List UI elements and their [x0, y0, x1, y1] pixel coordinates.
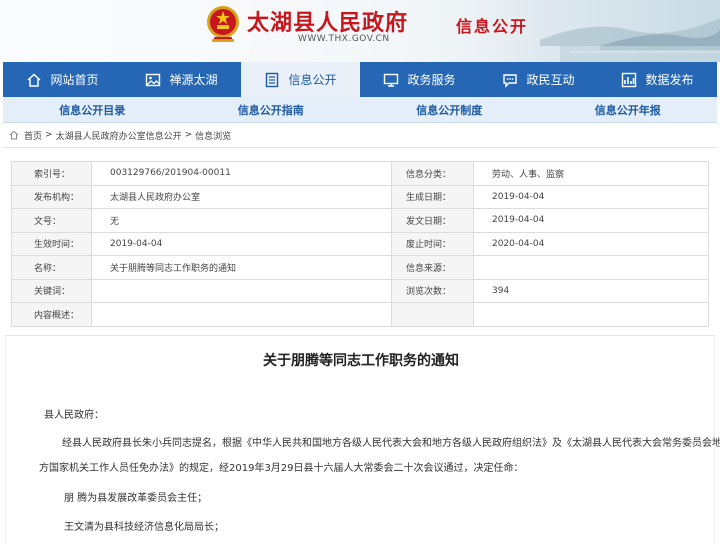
- nav-item-interaction[interactable]: 政民互动: [479, 62, 598, 97]
- issued-date-label: 发文日期：: [391, 208, 474, 233]
- info-public-subnav: 信息公开目录 信息公开指南 信息公开制度 信息公开年报: [3, 97, 717, 123]
- table-row: 生效时间： 2019-04-04 废止时间： 2020-04-04: [11, 231, 709, 256]
- index-no-label: 索引号：: [11, 161, 92, 186]
- keywords-value: [91, 278, 392, 303]
- table-row: 关键词： 浏览次数： 394: [11, 278, 709, 303]
- breadcrumb-current: 信息浏览: [195, 131, 232, 142]
- breadcrumb-office-link[interactable]: 太湖县人民政府办公室信息公开: [56, 129, 182, 142]
- publisher-label: 发布机构：: [11, 184, 92, 209]
- nav-item-chanyuan[interactable]: 禅源太湖: [122, 62, 241, 97]
- home-icon: [9, 130, 19, 140]
- effective-date-value: 2019-04-04: [91, 231, 392, 256]
- nav-label: 禅源太湖: [169, 73, 218, 87]
- name-value: 关于朋腾等同志工作职务的通知: [91, 255, 392, 280]
- nav-item-gov-service[interactable]: 政务服务: [360, 62, 479, 97]
- subnav-item-catalog[interactable]: 信息公开目录: [3, 97, 182, 122]
- chat-bubble-icon: [503, 73, 518, 88]
- picture-icon: [146, 73, 161, 86]
- source-value: [473, 255, 709, 280]
- nav-label: 政务服务: [407, 73, 456, 87]
- breadcrumb-separator: >: [45, 130, 53, 140]
- article-body: 关于朋腾等同志工作职务的通知 县人民政府： 经县人民政府县长朱小兵同志提名，根据…: [5, 335, 720, 544]
- views-label: 浏览次数：: [391, 278, 474, 303]
- breadcrumb-separator: >: [184, 130, 193, 140]
- nav-item-data-release[interactable]: 数据发布: [598, 62, 717, 97]
- keywords-label: 关键词：: [11, 278, 92, 303]
- article-title: 关于朋腾等同志工作职务的通知: [263, 353, 459, 369]
- nav-label: 网站首页: [50, 73, 99, 87]
- table-row: 索引号： 003129766/201904-00011 信息分类： 劳动、人事、…: [11, 161, 709, 186]
- nav-label: 信息公开: [288, 73, 337, 87]
- site-subtitle: 信息公开: [456, 17, 529, 36]
- table-row: 文号： 无 发文日期： 2019-04-04: [11, 208, 709, 233]
- views-value: 394: [473, 278, 709, 303]
- nav-label: 数据发布: [645, 73, 694, 87]
- doc-no-label: 文号：: [11, 208, 92, 233]
- nav-label: 政民互动: [526, 73, 575, 87]
- nav-item-home[interactable]: 网站首页: [3, 62, 122, 97]
- article-salutation: 县人民政府：: [44, 410, 104, 421]
- created-date-value: 2019-04-04: [473, 184, 709, 209]
- issued-date-value: 2019-04-04: [473, 208, 709, 233]
- nav-item-info-public[interactable]: 信息公开: [241, 62, 360, 97]
- article-appointment: 朋 腾为县发展改革委员会主任；: [64, 493, 208, 504]
- document-metadata-table: 索引号： 003129766/201904-00011 信息分类： 劳动、人事、…: [11, 161, 709, 327]
- subnav-item-guide[interactable]: 信息公开指南: [182, 97, 361, 122]
- category-value: 劳动、人事、监察: [473, 161, 709, 186]
- site-title: 太湖县人民政府: [247, 10, 409, 36]
- table-row: 内容概述：: [11, 302, 709, 327]
- national-emblem-icon: [207, 6, 239, 42]
- index-no-value: 003129766/201904-00011: [91, 161, 392, 186]
- expire-date-label: 废止时间：: [391, 231, 474, 256]
- publisher-value: 太湖县人民政府办公室: [91, 184, 392, 209]
- article-paragraph: 经县人民政府县长朱小兵同志提名，根据《中华人民共和国地方各级人民代表大会和地方各…: [62, 438, 720, 449]
- name-label: 名称：: [11, 255, 92, 280]
- doc-no-value: 无: [91, 208, 392, 233]
- monitor-icon: [384, 73, 399, 87]
- summary-label: 内容概述：: [11, 302, 92, 327]
- table-row: 名称： 关于朋腾等同志工作职务的通知 信息来源：: [11, 255, 709, 280]
- subnav-item-annual-report[interactable]: 信息公开年报: [539, 97, 718, 122]
- main-nav: 网站首页 禅源太湖 信息公开 政务服务 政民互动 数据发布: [3, 62, 717, 97]
- subnav-item-rules[interactable]: 信息公开制度: [360, 97, 539, 122]
- chart-icon: [622, 72, 637, 87]
- summary-value: [91, 302, 392, 327]
- expire-date-value: 2020-04-04: [473, 231, 709, 256]
- table-row: 发布机构： 太湖县人民政府办公室 生成日期： 2019-04-04: [11, 184, 709, 209]
- site-url: WWW.THX.GOV.CN: [298, 34, 390, 44]
- empty-label: [391, 302, 474, 327]
- created-date-label: 生成日期：: [391, 184, 474, 209]
- empty-value: [473, 302, 709, 327]
- home-icon: [27, 72, 41, 87]
- article-paragraph: 方国家机关工作人员任免办法》的规定，经2019年3月29日县十六届人大常委会二十…: [39, 463, 524, 474]
- article-appointment: 王文清为县科技经济信息化局局长；: [64, 522, 224, 533]
- category-label: 信息分类：: [391, 161, 474, 186]
- document-list-icon: [266, 72, 279, 87]
- effective-date-label: 生效时间：: [11, 231, 92, 256]
- breadcrumb: 首页 > 太湖县人民政府办公室信息公开 > 信息浏览: [3, 123, 717, 148]
- breadcrumb-home-link[interactable]: 首页: [24, 129, 42, 142]
- source-label: 信息来源：: [391, 255, 474, 280]
- site-header: 太湖县人民政府 WWW.THX.GOV.CN 信息公开: [0, 0, 720, 62]
